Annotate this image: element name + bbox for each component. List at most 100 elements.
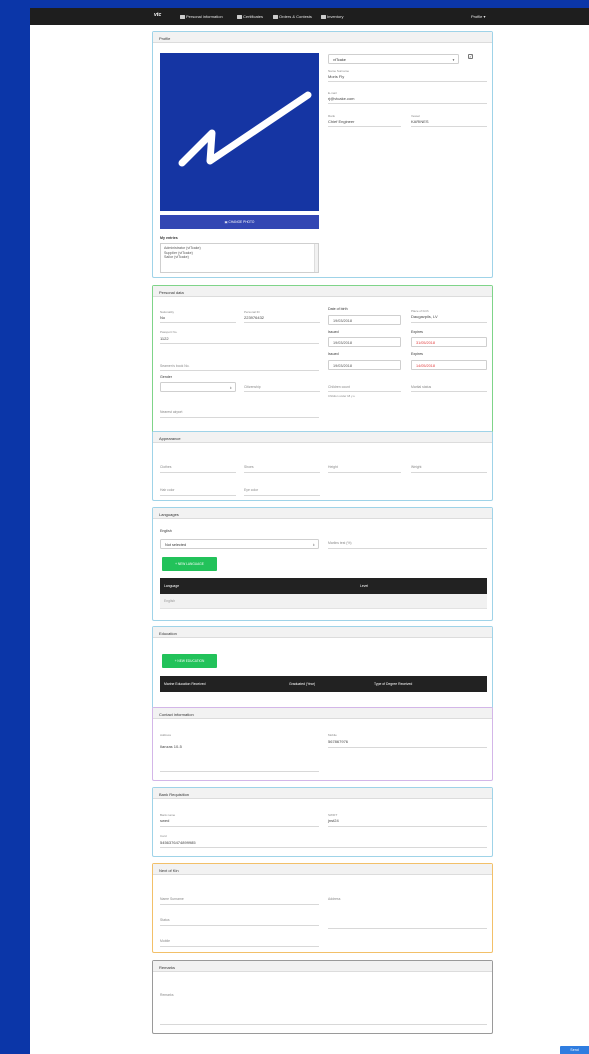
vessel-field[interactable]: KARINES [411, 119, 429, 124]
appearance-title: Appearance [153, 432, 492, 443]
swift-label: SWIFT [328, 813, 338, 817]
gender-label: Gender [160, 375, 172, 379]
new-language-button[interactable]: + NEW LANGUAGE [162, 557, 217, 571]
bank-title: Bank Requisition [153, 788, 492, 799]
education-title: Education [153, 627, 492, 638]
mobile-field[interactable]: 567867976 [328, 739, 348, 744]
nationality-field[interactable]: No [160, 315, 165, 320]
children-note: Children under 18 y.o. [328, 394, 356, 398]
shoes-field[interactable]: Shoes [244, 465, 254, 469]
personal-id-field[interactable]: 223976432 [244, 315, 264, 320]
entries-scrollbar[interactable] [314, 244, 318, 272]
nav-personal-information[interactable]: Personal information [180, 14, 223, 19]
kin-status-field[interactable]: Status [160, 918, 170, 922]
gender-select[interactable]: ⇕ [160, 382, 236, 392]
hair-color-field[interactable]: Hair color [160, 488, 175, 492]
inventory-icon [321, 14, 326, 19]
brand-logo[interactable]: vtc [154, 12, 161, 18]
appearance-card: Appearance Clothes Shoes Height Weight H… [152, 431, 493, 501]
top-navbar: vtc Personal information Certificates Or… [30, 8, 589, 25]
profile-menu[interactable]: Profile ▾ [471, 14, 485, 19]
email-field[interactable]: rj@vtcake.com [328, 96, 355, 101]
languages-card: Languages English Not selected ⇕ Marlins … [152, 507, 493, 621]
nav-inventory[interactable]: Inventory [321, 14, 343, 19]
clothes-field[interactable]: Clothes [160, 465, 172, 469]
contact-title: Contact information [153, 708, 492, 719]
pob-field[interactable]: Daugavpils, LV [411, 314, 438, 319]
rank-field[interactable]: Chief Engineer [328, 119, 354, 124]
bank-name-label: Bank name [160, 813, 176, 817]
card-field[interactable]: 5456376474899985 [160, 840, 196, 845]
rank-label: Rank [328, 114, 336, 118]
dob-field[interactable]: 19/03/2018 [328, 315, 401, 325]
table-row[interactable]: English [160, 594, 487, 609]
children-count-label: Children count [328, 385, 350, 389]
pob-label: Place of birth [411, 309, 429, 313]
bank-name-field[interactable]: swed [160, 818, 169, 823]
seamans-issued-field[interactable]: 19/03/2018 [328, 360, 401, 370]
active-checkbox[interactable]: ✓ [468, 54, 473, 59]
nav-certificates[interactable]: Certificates [237, 14, 263, 19]
passport-issued-field[interactable]: 19/03/2018 [328, 337, 401, 347]
mobile-label: Mobile [328, 733, 337, 737]
send-button[interactable]: Send [560, 1046, 589, 1054]
seamans-expires-field[interactable]: 14/05/2018 [411, 360, 487, 370]
orders-icon [273, 14, 278, 19]
app-window: vtc Personal information Certificates Or… [30, 8, 589, 1054]
kin-address-field[interactable]: Address [328, 897, 340, 901]
passport-field[interactable]: 1122 [160, 336, 169, 341]
education-table-header: Marine Education Received Graduated (Yea… [160, 676, 487, 692]
language-label: English [160, 529, 172, 533]
seamans-book-label: Seamen's book No. [160, 364, 190, 368]
company-logo-icon [178, 91, 312, 167]
col-language: Language [164, 584, 180, 588]
id-card-icon [180, 14, 185, 19]
contact-card: Contact information Address Ilanzas 10-5… [152, 707, 493, 781]
height-field[interactable]: Height [328, 465, 338, 469]
marlins-test-field[interactable]: Marlins test (%) [328, 541, 352, 545]
nav-orders-contests[interactable]: Orders & Contests [273, 14, 312, 19]
remarks-field[interactable]: Remarks [160, 993, 174, 997]
new-education-button[interactable]: + NEW EDUCATION [162, 654, 217, 668]
personal-data-title: Personal data [153, 286, 492, 297]
dob-label: Date of birth [328, 307, 348, 311]
education-card: Education + NEW EDUCATION Marine Educati… [152, 626, 493, 709]
col-level: Level [360, 584, 369, 588]
next-of-kin-card: Next of Kin Name Surname Address Status … [152, 863, 493, 953]
my-entries-label: My entries [160, 236, 178, 240]
citizenship-label: Citizenship [244, 385, 261, 389]
passport-expires-label: Expires [411, 330, 423, 334]
certificate-icon [237, 14, 242, 19]
passport-label: Passport No. [160, 330, 178, 334]
languages-table-header: Language Level [160, 578, 487, 594]
my-entries-list[interactable]: Administrator (vtTcake) Supplier (vtTcak… [160, 243, 319, 273]
name-field[interactable]: Moris Fly [328, 74, 344, 79]
bank-card: Bank Requisition Bank name swed SWIFT jn… [152, 787, 493, 857]
list-item: Sailor (vtTcake) [164, 255, 189, 259]
caret-updown-icon: ⇕ [229, 386, 232, 390]
language-level-select[interactable]: Not selected ⇕ [160, 539, 319, 549]
address-field[interactable]: Ilanzas 10-5 [160, 744, 182, 749]
personal-data-card: Personal data Nationality No Personal ID… [152, 285, 493, 433]
passport-issued-label: Issued [328, 330, 339, 334]
kin-mobile-field[interactable]: Mobile [160, 939, 170, 943]
col-degree-type: Type of Degree Received [374, 682, 413, 686]
languages-title: Languages [153, 508, 492, 519]
weight-field[interactable]: Weight [411, 465, 422, 469]
profile-photo [160, 53, 319, 211]
remarks-card: Remarks Remarks [152, 960, 493, 1034]
col-marine-education: Marine Education Received [164, 682, 206, 686]
vessel-label: Vessel [411, 114, 420, 118]
passport-expires-field[interactable]: 31/05/2018 [411, 337, 487, 347]
name-label: Name Surname [328, 69, 350, 73]
email-label: E-mail [328, 91, 337, 95]
kin-name-field[interactable]: Name Surname [160, 897, 184, 901]
seamans-expires-label: Expires [411, 352, 423, 356]
remarks-title: Remarks [153, 961, 492, 972]
next-of-kin-title: Next of Kin [153, 864, 492, 875]
swift-field[interactable]: jnst24 [328, 818, 339, 823]
change-photo-button[interactable]: ▣ CHANGE PHOTO [160, 215, 319, 229]
eye-color-field[interactable]: Eye color [244, 488, 258, 492]
company-select[interactable]: vtTcake ▼ [328, 54, 459, 64]
profile-card: Profile ▣ CHANGE PHOTO My entries Admini… [152, 31, 493, 278]
